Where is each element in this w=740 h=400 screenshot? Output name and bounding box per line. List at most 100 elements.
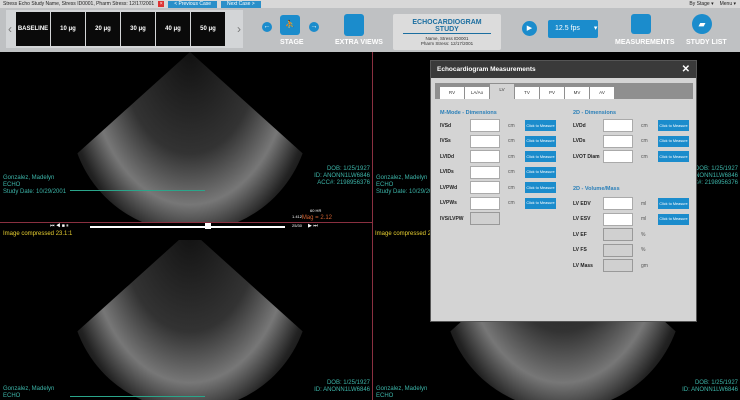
measurement-input[interactable] xyxy=(603,150,633,163)
stage-label: STAGE xyxy=(280,39,304,46)
extra-views-icon[interactable] xyxy=(344,14,364,36)
previous-case-button[interactable]: < Previous Case xyxy=(168,0,218,8)
measurement-row: LVDs cm Click to Measure xyxy=(573,134,689,148)
unit-label: gm xyxy=(641,262,648,269)
measurement-input[interactable] xyxy=(470,119,500,132)
next-case-button[interactable]: Next Case > xyxy=(221,0,261,8)
ecg-trace xyxy=(70,396,205,400)
thumbnail-50[interactable]: 50 μg xyxy=(191,12,225,46)
title-bar: Stress Echo Study Name, Stress ID0001, P… xyxy=(0,0,740,8)
play-button[interactable]: ▶ xyxy=(522,21,537,36)
unit-label: cm xyxy=(641,122,648,129)
patient-info: Gonzalez, Madelyn ECHO xyxy=(3,386,55,399)
patient-ids: DOB: 1/25/1927 ID: ANONN1LW6846 xyxy=(682,380,738,393)
click-to-measure-button[interactable]: Click to Measure xyxy=(525,166,556,178)
unit-label: ml xyxy=(641,216,647,222)
close-case-icon[interactable]: × xyxy=(158,1,165,7)
measurement-row: LVDd cm Click to Measure xyxy=(573,119,689,132)
chevron-left-icon[interactable]: ‹ xyxy=(8,22,12,36)
measurement-input[interactable] xyxy=(603,197,633,210)
measurement-row: LV ESV ml Click to Measure xyxy=(573,212,689,226)
measurement-input[interactable] xyxy=(470,196,500,210)
measurement-label: LVPWs xyxy=(440,200,457,206)
thumbnail-40[interactable]: 40 μg xyxy=(156,12,190,46)
measurement-input[interactable] xyxy=(470,181,500,194)
unit-label: cm xyxy=(508,169,515,175)
mmode-title: M-Mode - Dimensions xyxy=(440,110,497,116)
study-title: ECHOCARDIOGRAM STUDY xyxy=(403,19,491,34)
measurement-row: LV EF% xyxy=(573,228,658,241)
viewport-bottom-left[interactable]: Gonzalez, Madelyn ECHO DOB: 1/25/1927 ID: … xyxy=(0,240,372,400)
measurement-input[interactable] xyxy=(470,165,500,179)
tab-la-ao[interactable]: LA/Ao xyxy=(465,87,489,99)
thumbnail-10[interactable]: 10 μg xyxy=(51,12,85,46)
measurement-label: IVSd xyxy=(440,122,452,129)
click-to-measure-button[interactable]: Click to Measure xyxy=(525,182,556,193)
click-to-measure-button[interactable]: Click to Measure xyxy=(525,120,556,131)
measurement-label: IVS/LVPW xyxy=(440,215,464,222)
tab-tv[interactable]: TV xyxy=(515,87,539,99)
measurement-label: LVOT Diam xyxy=(573,153,600,160)
hr-label: 60 HR xyxy=(310,208,322,213)
slider-knob[interactable] xyxy=(205,223,211,229)
measurement-row: LV FS% xyxy=(573,243,658,257)
measurement-input xyxy=(603,228,633,241)
measurement-input[interactable] xyxy=(470,150,500,163)
playback-controls: ⏮ ◀ ■ ⏸ 25/30 ▶ ⏭ xyxy=(0,222,372,230)
by-stage-dropdown[interactable]: By Stage ▾ xyxy=(689,1,713,7)
study-info-panel: ECHOCARDIOGRAM STUDY Name, Stress ID0001… xyxy=(393,14,501,50)
tab-mv[interactable]: MV xyxy=(565,87,589,99)
measurement-label: LV EDV xyxy=(573,200,591,207)
unit-label: cm xyxy=(508,200,515,206)
chevron-right-icon[interactable]: › xyxy=(237,22,241,36)
click-to-measure-button[interactable]: Click to Measure xyxy=(525,135,556,147)
click-to-measure-button[interactable]: Click to Measure xyxy=(525,151,556,162)
click-to-measure-button[interactable]: Click to Measure xyxy=(658,198,689,209)
thumbnail-baseline[interactable]: BASELINE xyxy=(16,12,50,46)
measurement-label: LV Mass xyxy=(573,262,593,269)
toolbar: ‹ BASELINE 10 μg 20 μg 30 μg 40 μg 50 μg… xyxy=(0,8,740,52)
click-to-measure-button[interactable]: Click to Measure xyxy=(525,197,556,209)
unit-label: % xyxy=(641,231,646,238)
stage-icon[interactable]: ⛹ xyxy=(280,15,300,35)
measurement-label: LV ESV xyxy=(573,216,591,222)
measurement-input[interactable] xyxy=(603,212,633,226)
tab-av[interactable]: AV xyxy=(590,87,614,99)
tab-pv[interactable]: PV xyxy=(540,87,564,99)
close-icon[interactable]: ✕ xyxy=(682,61,690,78)
arrow-left-icon[interactable]: ← xyxy=(262,22,272,32)
measurement-label: LVDd xyxy=(573,122,586,129)
click-to-measure-button[interactable]: Click to Measure xyxy=(658,213,689,225)
thumbnail-20[interactable]: 20 μg xyxy=(86,12,120,46)
viewport-top-left[interactable]: Gonzalez, Madelyn ECHO Study Date: 10/29/2… xyxy=(0,52,372,222)
dropdown-caret-icon: ▾ xyxy=(593,25,598,32)
measurement-label: LVIDs xyxy=(440,169,454,175)
patient-ids: DOB: 1/25/1927 ID: ANONN1LW6846 ACC#: 2198… xyxy=(314,166,370,186)
dialog-title: Echocardiogram Measurements xyxy=(437,66,536,73)
tab-rv[interactable]: RV xyxy=(440,87,464,99)
measurement-input[interactable] xyxy=(470,134,500,148)
fps-dropdown[interactable]: 12.5 fps ▾ xyxy=(548,20,598,38)
measurements-dialog: Echocardiogram Measurements ✕ RV LA/Ao LV… xyxy=(430,60,697,322)
measurement-row: IVSd cm Click to Measure xyxy=(440,119,556,132)
click-to-measure-button[interactable]: Click to Measure xyxy=(658,135,689,147)
folder-icon[interactable]: ▰ xyxy=(692,14,712,34)
unit-label: cm xyxy=(508,122,515,129)
measurement-input[interactable] xyxy=(603,119,633,132)
measurement-input[interactable] xyxy=(603,134,633,148)
tab-lv[interactable]: LV xyxy=(490,84,514,99)
viewport-divider xyxy=(372,52,373,400)
unit-label: cm xyxy=(641,153,648,160)
click-to-measure-button[interactable]: Click to Measure xyxy=(658,151,689,162)
menu-dropdown[interactable]: Menu ▾ xyxy=(720,1,736,7)
fps-value: 12.5 fps xyxy=(555,25,580,32)
arrow-right-icon[interactable]: → xyxy=(309,22,319,32)
thumbnail-30[interactable]: 30 μg xyxy=(121,12,155,46)
click-to-measure-button[interactable]: Click to Measure xyxy=(658,120,689,131)
unit-label: cm xyxy=(508,138,515,144)
measurements-icon[interactable] xyxy=(631,14,651,34)
skip-forward-icon[interactable]: ▶ ⏭ xyxy=(308,223,318,229)
unit-label: cm xyxy=(641,138,648,144)
skip-back-icon[interactable]: ⏮ ◀ ■ ⏸ xyxy=(50,223,69,229)
frame-slider[interactable] xyxy=(90,226,285,228)
